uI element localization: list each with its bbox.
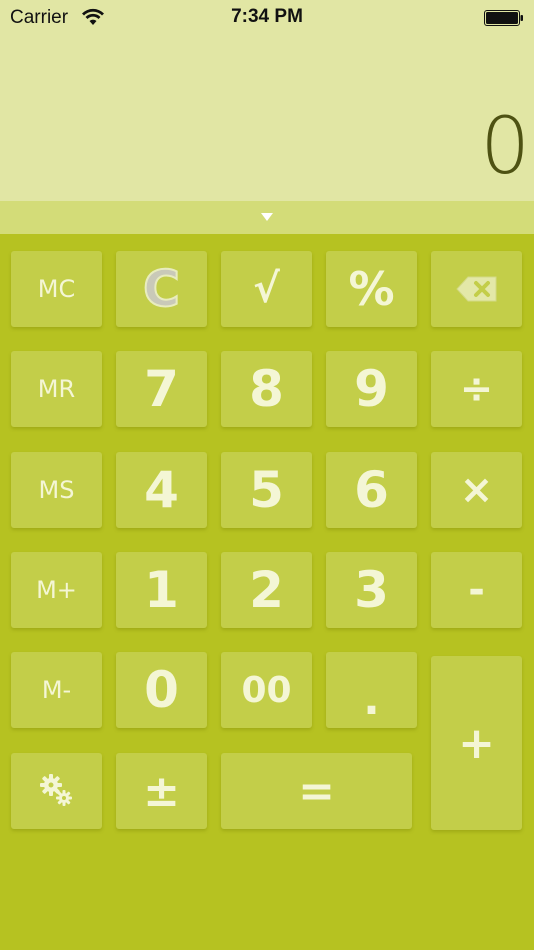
status-time: 7:34 PM bbox=[231, 6, 303, 27]
multiply-label: × bbox=[459, 467, 494, 513]
digit-2-label: 2 bbox=[249, 561, 284, 619]
chevron-down-icon bbox=[261, 213, 273, 221]
divide-label: ÷ bbox=[459, 366, 494, 412]
battery-icon bbox=[484, 10, 523, 26]
collapse-keypad-button[interactable] bbox=[0, 201, 534, 234]
multiply-button[interactable]: × bbox=[431, 452, 522, 528]
memory-recall-button[interactable]: MR bbox=[11, 351, 102, 427]
memory-store-button[interactable]: MS bbox=[11, 452, 102, 528]
digit-1-label: 1 bbox=[144, 561, 179, 619]
digit-7-button[interactable]: 7 bbox=[116, 351, 207, 427]
percent-label: % bbox=[348, 262, 395, 316]
digit-9-button[interactable]: 9 bbox=[326, 351, 417, 427]
percent-button[interactable]: % bbox=[326, 251, 417, 327]
decimal-button[interactable]: . bbox=[326, 652, 417, 728]
digit-4-button[interactable]: 4 bbox=[116, 452, 207, 528]
digit-8-button[interactable]: 8 bbox=[221, 351, 312, 427]
plus-minus-button[interactable]: ± bbox=[116, 753, 207, 829]
clear-label: C bbox=[142, 259, 181, 319]
square-root-label: √ bbox=[253, 266, 280, 312]
digit-2-button[interactable]: 2 bbox=[221, 552, 312, 628]
memory-store-label: MS bbox=[38, 476, 75, 504]
digit-9-label: 9 bbox=[354, 360, 389, 418]
decimal-label: . bbox=[363, 674, 380, 725]
digit-5-button[interactable]: 5 bbox=[221, 452, 312, 528]
digit-8-label: 8 bbox=[249, 360, 284, 418]
digit-6-button[interactable]: 6 bbox=[326, 452, 417, 528]
digit-7-label: 7 bbox=[144, 360, 179, 418]
digit-3-label: 3 bbox=[354, 561, 389, 619]
add-label: + bbox=[458, 717, 495, 769]
backspace-button[interactable] bbox=[431, 251, 522, 327]
square-root-button[interactable]: √ bbox=[221, 251, 312, 327]
digit-0-button[interactable]: 0 bbox=[116, 652, 207, 728]
equals-label: = bbox=[298, 765, 335, 817]
equals-button[interactable]: = bbox=[221, 753, 412, 829]
memory-subtract-label: M- bbox=[41, 676, 72, 704]
memory-recall-label: MR bbox=[37, 375, 76, 403]
digit-1-button[interactable]: 1 bbox=[116, 552, 207, 628]
memory-add-label: M+ bbox=[36, 576, 77, 604]
digit-6-label: 6 bbox=[354, 461, 389, 519]
status-bar: Carrier 7:34 PM bbox=[0, 0, 534, 38]
settings-button[interactable] bbox=[11, 753, 102, 829]
double-zero-button[interactable]: 00 bbox=[221, 652, 312, 728]
clear-button[interactable]: C bbox=[116, 251, 207, 327]
subtract-label: - bbox=[468, 567, 485, 613]
plus-minus-label: ± bbox=[143, 765, 180, 817]
display-value: 0 bbox=[480, 102, 530, 192]
memory-subtract-button[interactable]: M- bbox=[11, 652, 102, 728]
digit-0-label: 0 bbox=[144, 661, 179, 719]
double-zero-label: 00 bbox=[241, 669, 292, 711]
digit-5-label: 5 bbox=[249, 461, 284, 519]
add-button[interactable]: + bbox=[431, 656, 522, 830]
memory-clear-button[interactable]: MC bbox=[11, 251, 102, 327]
memory-clear-label: MC bbox=[37, 275, 76, 303]
backspace-icon bbox=[455, 276, 496, 302]
memory-add-button[interactable]: M+ bbox=[11, 552, 102, 628]
digit-4-label: 4 bbox=[144, 461, 179, 519]
digit-3-button[interactable]: 3 bbox=[326, 552, 417, 628]
gear-icon bbox=[39, 774, 72, 806]
divide-button[interactable]: ÷ bbox=[431, 351, 522, 427]
subtract-button[interactable]: - bbox=[431, 552, 522, 628]
